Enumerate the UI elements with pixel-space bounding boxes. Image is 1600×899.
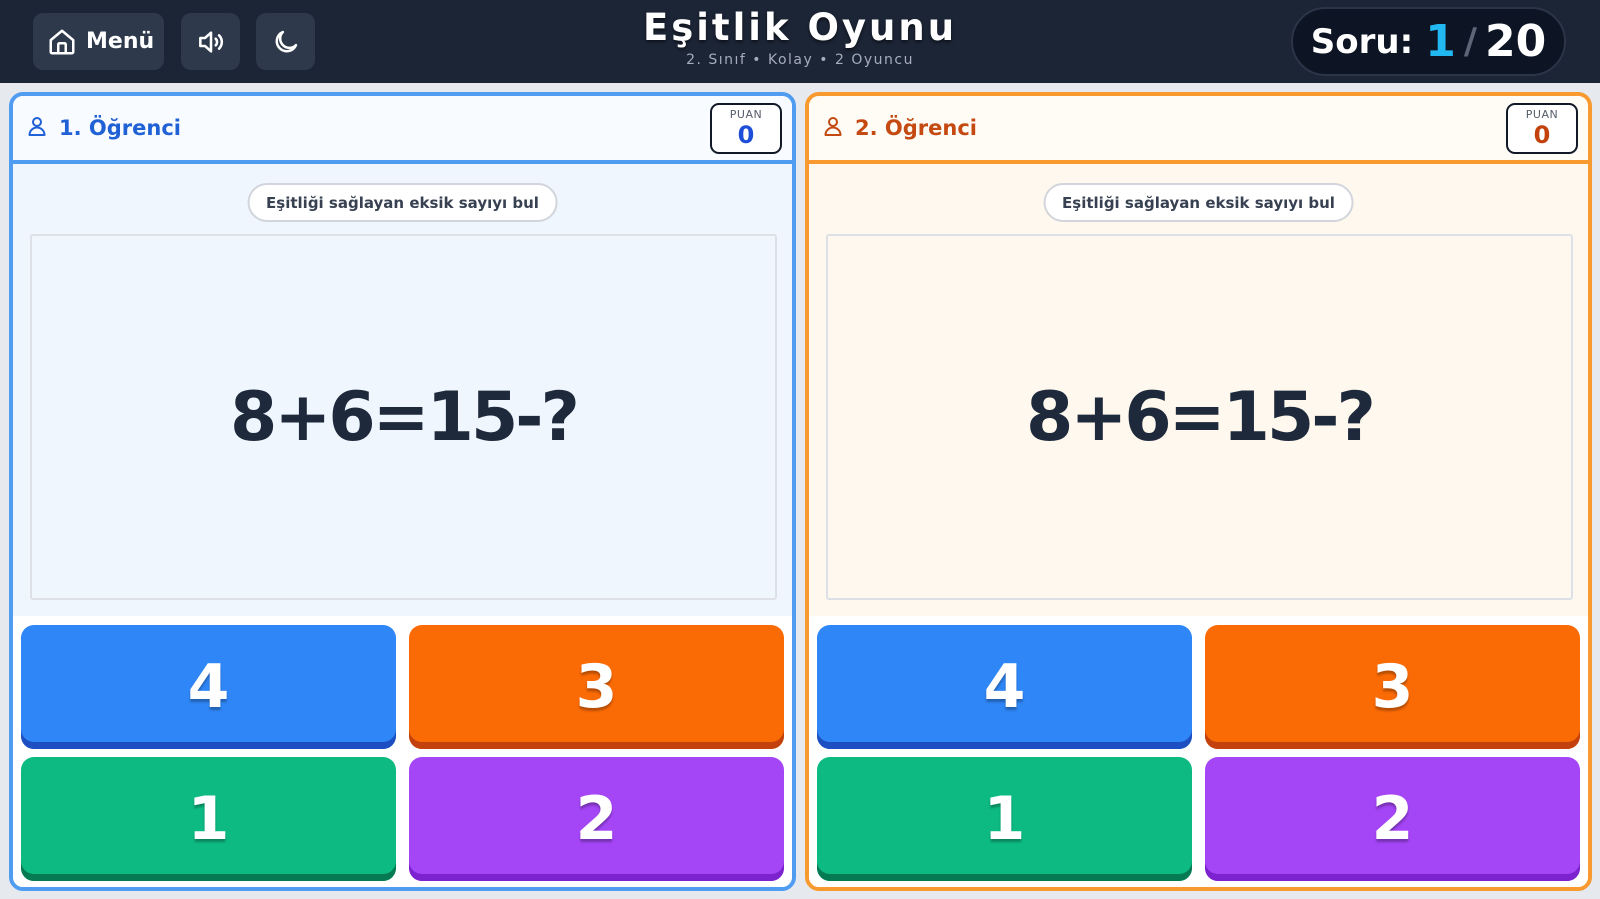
counter-total: 20: [1484, 16, 1547, 67]
theme-toggle-button[interactable]: [256, 13, 315, 70]
player-2-name: 2. Öğrenci: [855, 116, 977, 140]
player-1-hint: Eşitliği sağlayan eksik sayıyı bul: [247, 183, 558, 222]
score-label: PUAN: [729, 108, 763, 121]
player-2-score: 0: [1533, 121, 1551, 149]
question-counter: Soru: 1 / 20: [1291, 7, 1566, 76]
title-block: Eşitlik Oyunu 2. Sınıf • Kolay • 2 Oyunc…: [500, 6, 1100, 68]
player-1-question: 8+6=15-?: [230, 377, 580, 457]
counter-separator: /: [1463, 21, 1477, 62]
player-2-question: 8+6=15-?: [1026, 377, 1376, 457]
player-2-panel: 2. Öğrenci PUAN 0 Eşitliği sağlayan eksi…: [805, 92, 1592, 891]
player-1-score-box: PUAN 0: [710, 103, 782, 154]
player-2-question-box: 8+6=15-?: [826, 234, 1573, 600]
answer-button[interactable]: 2: [409, 757, 784, 881]
answer-button[interactable]: 3: [409, 625, 784, 749]
moon-icon: [271, 27, 301, 57]
answer-button[interactable]: 4: [817, 625, 1192, 749]
player-2-answers: 4 3 1 2: [809, 616, 1588, 887]
player-2-header: 2. Öğrenci PUAN 0: [809, 96, 1588, 164]
menu-button[interactable]: Menü: [33, 13, 164, 70]
answer-button[interactable]: 1: [21, 757, 396, 881]
sound-toggle-button[interactable]: [181, 13, 240, 70]
score-label: PUAN: [1525, 108, 1559, 121]
answer-button[interactable]: 3: [1205, 625, 1580, 749]
player-2-score-box: PUAN 0: [1506, 103, 1578, 154]
page-title: Eşitlik Oyunu: [642, 6, 958, 49]
answer-button[interactable]: 2: [1205, 757, 1580, 881]
player-2-hint: Eşitliği sağlayan eksik sayıyı bul: [1043, 183, 1354, 222]
answer-button[interactable]: 1: [817, 757, 1192, 881]
home-icon: [47, 27, 77, 57]
player-1-answers: 4 3 1 2: [13, 616, 792, 887]
page-subtitle: 2. Sınıf • Kolay • 2 Oyuncu: [686, 52, 914, 68]
player-1-panel: 1. Öğrenci PUAN 0 Eşitliği sağlayan eksi…: [9, 92, 796, 891]
counter-label: Soru:: [1310, 21, 1414, 62]
answer-button[interactable]: 4: [21, 625, 396, 749]
speaker-icon: [195, 26, 227, 58]
top-bar: Menü Eşitlik Oyunu 2. Sınıf • Kolay • 2 …: [0, 0, 1600, 83]
player-1-name: 1. Öğrenci: [59, 116, 181, 140]
user-icon: [821, 114, 845, 142]
player-1-question-box: 8+6=15-?: [30, 234, 777, 600]
player-1-score: 0: [737, 121, 755, 149]
menu-label: Menü: [86, 29, 155, 54]
user-icon: [25, 114, 49, 142]
player-1-header: 1. Öğrenci PUAN 0: [13, 96, 792, 164]
counter-current: 1: [1425, 16, 1456, 67]
